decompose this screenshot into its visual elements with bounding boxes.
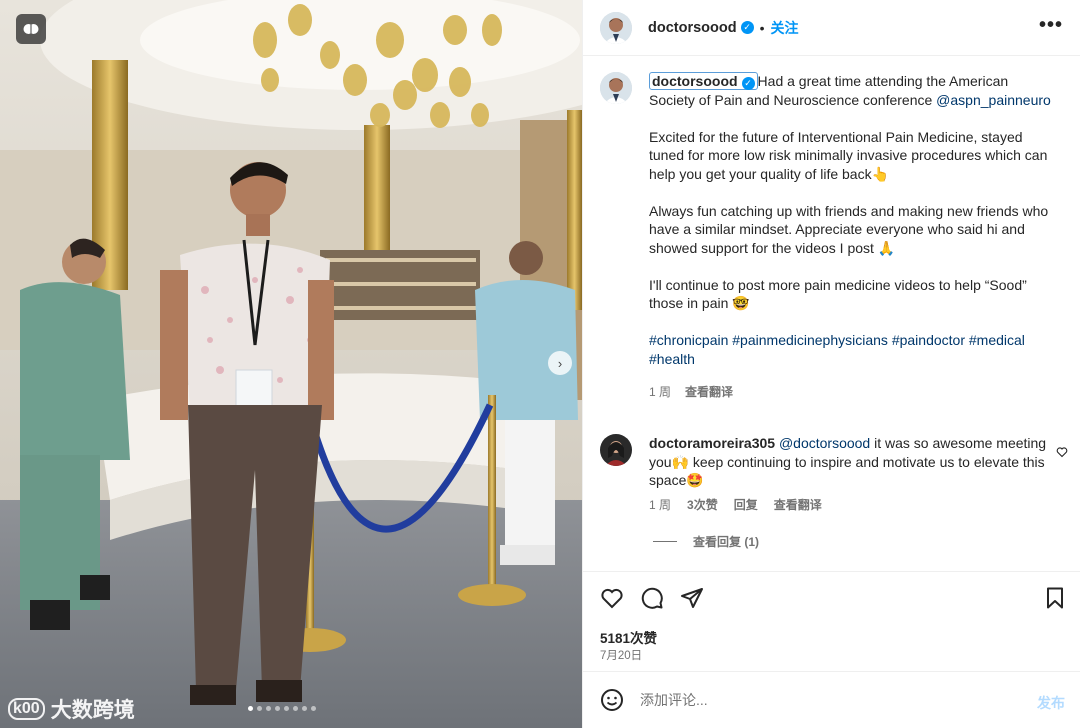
post-date: 7月20日 xyxy=(600,650,643,662)
comment-time: 1 周 xyxy=(649,497,672,512)
likes-count[interactable]: 5181次赞 xyxy=(600,627,657,647)
carousel-dot[interactable] xyxy=(248,706,253,711)
brain-icon[interactable] xyxy=(16,14,46,44)
caption: doctorsoood ✓ Had a great time attending t… xyxy=(600,72,1070,401)
comment: doctoramoreira305 @doctorsoood it was so… xyxy=(600,434,1070,514)
bookmark-icon[interactable] xyxy=(1043,586,1067,610)
carousel-dot[interactable] xyxy=(311,706,316,711)
more-icon[interactable]: ••• xyxy=(1039,14,1063,37)
share-icon[interactable] xyxy=(680,586,704,610)
verified-icon: ✓ xyxy=(741,77,755,90)
commenter-avatar[interactable] xyxy=(600,434,632,466)
post-time: 1 周 xyxy=(649,384,672,399)
translate-button[interactable]: 查看翻译 xyxy=(685,383,733,402)
username[interactable]: doctorsoood xyxy=(648,20,737,36)
avatar[interactable] xyxy=(600,72,632,104)
caption-paragraph: I'll continue to post more pain medicine… xyxy=(649,276,1027,312)
mention-link[interactable]: @aspn_painneuro xyxy=(936,92,1051,108)
caption-paragraph: Excited for the future of Interventional… xyxy=(649,128,1048,182)
post-panel: doctorsoood ✓ • 关注 ••• doctorsoood ✓ Had a… xyxy=(582,0,1080,728)
comment-icon[interactable] xyxy=(640,586,664,610)
post-button[interactable]: 发布 xyxy=(1037,693,1065,713)
action-icons xyxy=(600,586,704,610)
emoji-icon[interactable] xyxy=(600,688,624,712)
separator: • xyxy=(759,19,765,36)
watermark-text: 大数跨境 xyxy=(50,699,135,722)
caption-username-text[interactable]: doctorsoood xyxy=(652,73,738,89)
chevron-right-icon[interactable]: › xyxy=(548,351,572,375)
comment-likes[interactable]: 3次赞 xyxy=(687,496,718,515)
watermark-logo: k00 xyxy=(8,698,45,720)
hashtags[interactable]: #chronicpain #painmedicinephysicians #pa… xyxy=(649,331,1054,368)
post-header: doctorsoood ✓ • 关注 ••• xyxy=(583,0,1080,56)
heart-icon[interactable] xyxy=(1056,445,1068,463)
caption-paragraph: Always fun catching up with friends and … xyxy=(649,202,1049,256)
heart-icon[interactable] xyxy=(600,586,624,610)
view-replies-label[interactable]: 查看回复 (1) xyxy=(693,533,759,550)
mention-link[interactable]: @doctorsoood xyxy=(779,435,870,451)
replies-divider xyxy=(653,541,677,542)
comment-meta: 1 周 3次赞 回复 查看翻译 xyxy=(649,496,1049,515)
comment-input[interactable]: 添加评论... xyxy=(640,690,708,710)
reply-button[interactable]: 回复 xyxy=(734,496,758,515)
carousel-dot[interactable] xyxy=(293,706,298,711)
watermark: k00 大数跨境 xyxy=(8,694,135,724)
avatar[interactable] xyxy=(600,11,632,44)
caption-paragraph: doctorsoood ✓ Had a great time attending t… xyxy=(649,72,1054,109)
caption-username[interactable]: doctorsoood ✓ xyxy=(649,72,758,90)
carousel-dots xyxy=(248,706,316,711)
carousel-dot[interactable] xyxy=(257,706,262,711)
photo-scene xyxy=(0,0,582,728)
follow-button[interactable]: 关注 xyxy=(771,18,799,38)
verified-icon: ✓ xyxy=(740,21,754,34)
carousel-dot[interactable] xyxy=(266,706,271,711)
carousel-dot[interactable] xyxy=(275,706,280,711)
post-photo[interactable]: › k00 大数跨境 xyxy=(0,0,582,728)
view-replies[interactable]: 查看回复 (1) xyxy=(653,533,759,550)
translate-button[interactable]: 查看翻译 xyxy=(774,496,822,515)
add-comment-bar: 添加评论... 发布 xyxy=(583,671,1080,728)
comment-username[interactable]: doctoramoreira305 xyxy=(649,435,775,451)
comment-body: doctoramoreira305 @doctorsoood it was so… xyxy=(649,434,1049,514)
carousel-dot[interactable] xyxy=(284,706,289,711)
carousel-dot[interactable] xyxy=(302,706,307,711)
action-bar: 5181次赞 7月20日 xyxy=(583,571,1080,671)
caption-body: doctorsoood ✓ Had a great time attending t… xyxy=(649,72,1054,401)
caption-meta: 1 周 查看翻译 xyxy=(649,383,1054,402)
